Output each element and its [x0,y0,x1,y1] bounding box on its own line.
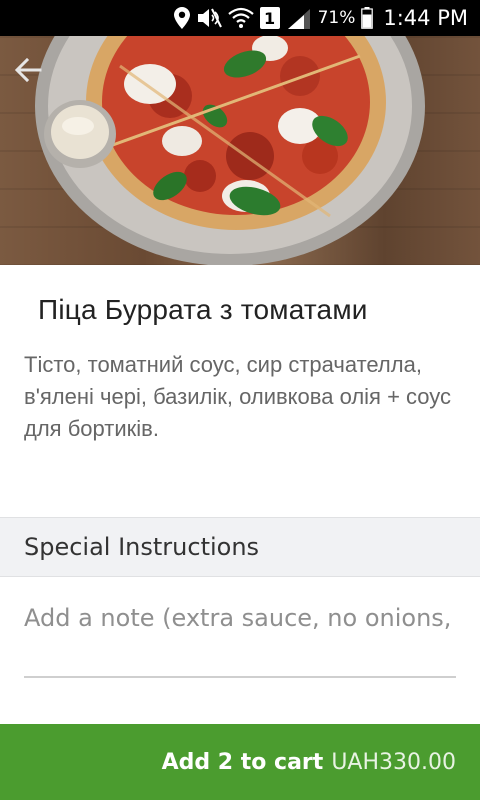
battery-level: 71% [317,8,356,28]
add-to-cart-label: Add 2 to cart [161,749,324,775]
note-input[interactable] [24,598,456,678]
mute-icon [196,6,222,30]
sim-icon: 1 [259,7,280,29]
product-title: Піца Буррата з томатами [38,294,368,325]
signal-icon [286,6,312,30]
location-icon [173,6,190,30]
clock: 1:44 PM [383,6,468,30]
battery-icon [361,6,374,30]
special-instructions-label: Special Instructions [24,533,260,561]
product-description: Тісто, томатний соус, сир страчателла, в… [24,352,452,441]
back-button[interactable] [14,58,54,98]
status-bar: 1 71% 1:44 PM [0,0,480,36]
special-instructions-header: Special Instructions [0,517,480,577]
pizza-illustration [35,36,425,265]
pizza-photo [0,36,480,265]
wifi-icon [227,6,254,30]
cart-price: UAH330.00 [331,749,456,775]
add-to-cart-button[interactable]: Add 2 to cart UAH330.00 [0,724,480,800]
